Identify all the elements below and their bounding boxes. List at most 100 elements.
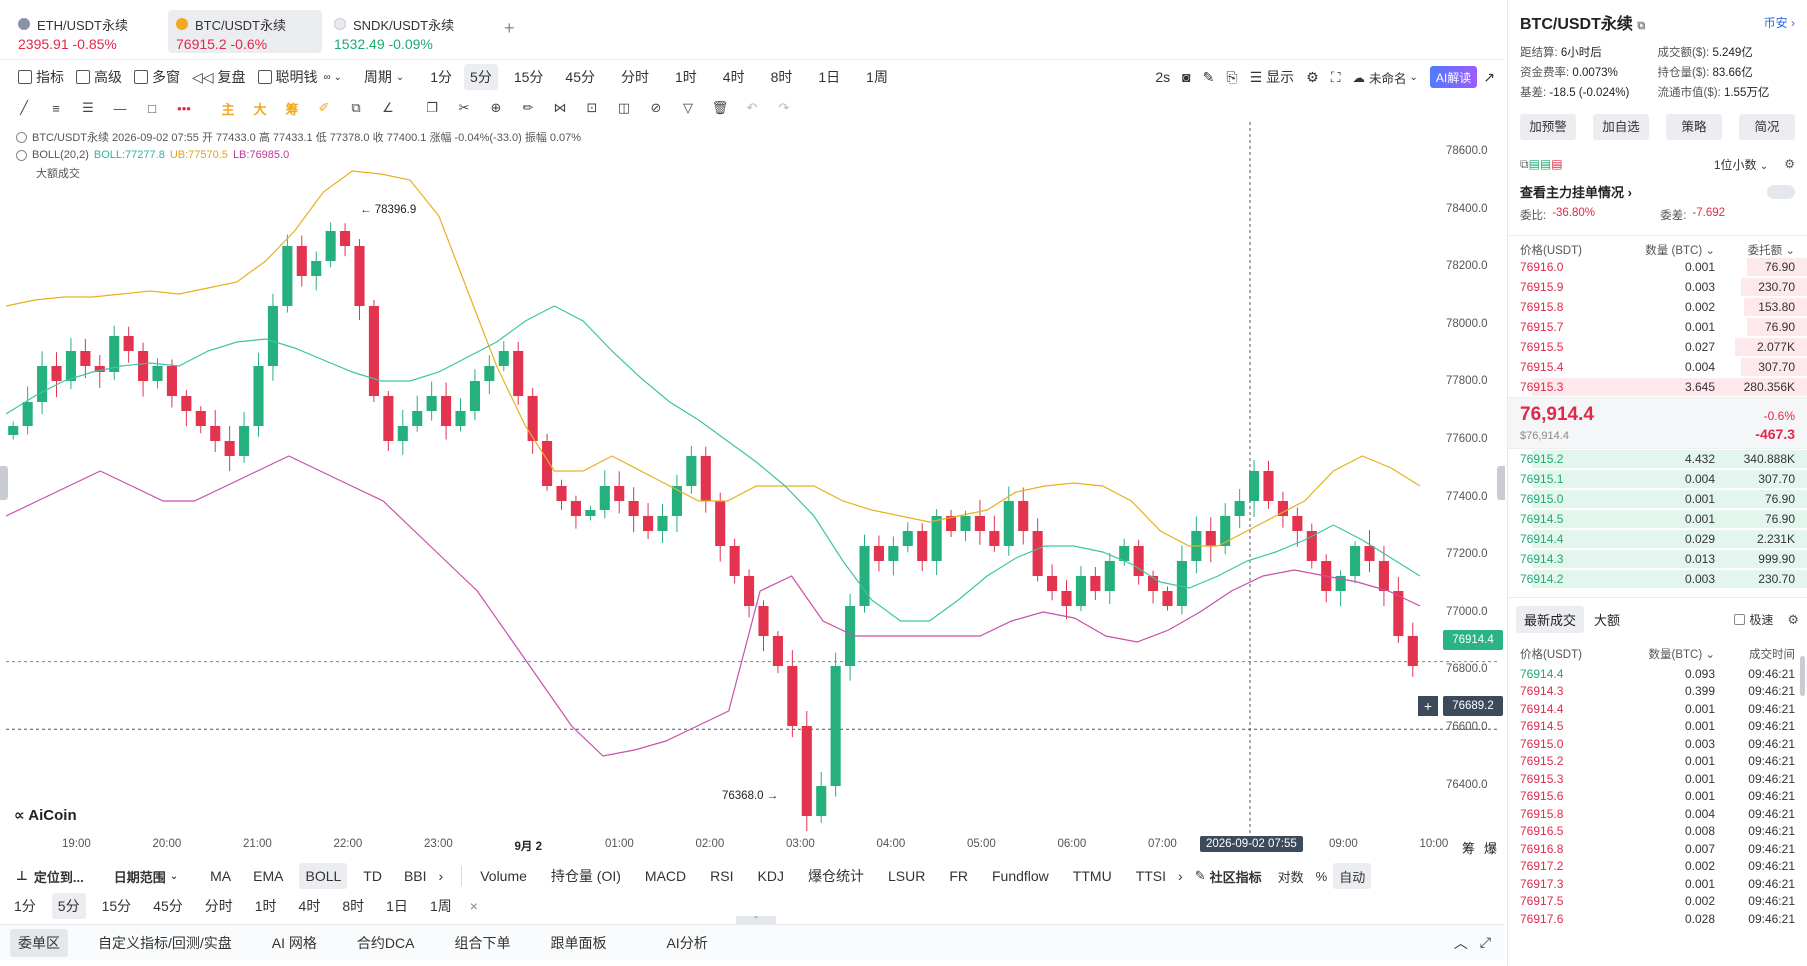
main-ind-boll[interactable]: BOLL bbox=[299, 863, 348, 889]
chevron-right-icon[interactable]: › bbox=[433, 863, 450, 889]
bperiod-5m[interactable]: 5分 bbox=[51, 893, 86, 919]
period-timeline[interactable]: 分时 bbox=[615, 64, 655, 90]
popout-icon[interactable]: ⧉ bbox=[1520, 157, 1529, 172]
tab-custom-indicators[interactable]: 自定义指标/回测/实盘 bbox=[68, 929, 252, 957]
display-button[interactable]: ☰ 显示 bbox=[1244, 64, 1301, 90]
liquidation-tag[interactable]: 爆 bbox=[1484, 838, 1497, 857]
trade-header-qty[interactable]: 数量(BTC) ⌄ bbox=[1625, 646, 1715, 662]
book-header-total[interactable]: 委托额 ⌄ bbox=[1715, 242, 1795, 258]
sub-ind-liquidation[interactable]: 爆仓统计 bbox=[802, 863, 870, 889]
locate-button[interactable]: ⊥ 定位到... bbox=[10, 863, 90, 889]
ai-button[interactable]: AI解读 bbox=[1429, 66, 1478, 88]
collapse-icon[interactable] bbox=[16, 131, 27, 143]
copy-icon[interactable]: ⧉ bbox=[1637, 20, 1645, 32]
bid-row[interactable]: 76914.3 0.013 999.90 bbox=[1508, 549, 1807, 569]
sub-ind-fundflow[interactable]: Fundflow bbox=[986, 863, 1055, 889]
period-dropdown[interactable]: 周期 ⌄ bbox=[358, 64, 410, 90]
percent-scale-toggle[interactable]: % bbox=[1310, 863, 1334, 889]
book-header-qty[interactable]: 数量 (BTC) ⌄ bbox=[1625, 242, 1715, 258]
period-8h[interactable]: 8时 bbox=[765, 64, 799, 90]
bid-row[interactable]: 76915.2 4.432 340.888K bbox=[1508, 449, 1807, 469]
tab-dca[interactable]: 合约DCA bbox=[337, 929, 435, 957]
overview-button[interactable]: 简况 bbox=[1739, 114, 1795, 140]
strategy-button[interactable]: 策略 bbox=[1666, 114, 1722, 140]
chip-tag[interactable]: 筹 bbox=[1462, 838, 1475, 857]
period-1h[interactable]: 1时 bbox=[669, 64, 703, 90]
ray-tool-icon[interactable]: — bbox=[104, 97, 136, 119]
speed-checkbox[interactable]: 极速 bbox=[1734, 611, 1773, 628]
marker-icon[interactable]: ✏ bbox=[512, 97, 544, 119]
bperiod-timeline[interactable]: 分时 bbox=[199, 893, 239, 919]
ruler-icon[interactable]: ✂ bbox=[448, 97, 480, 119]
ask-row[interactable]: 76915.8 0.002 153.80 bbox=[1508, 297, 1807, 317]
collapse-icon[interactable] bbox=[16, 149, 27, 161]
bperiod-1m[interactable]: 1分 bbox=[8, 893, 42, 919]
bperiod-4h[interactable]: 4时 bbox=[293, 893, 327, 919]
lock-icon[interactable]: ⊡ bbox=[576, 97, 608, 119]
fullscreen-icon[interactable]: ⛶ bbox=[1325, 64, 1347, 90]
zoom-icon[interactable]: ⊕ bbox=[480, 97, 512, 119]
chip-tool[interactable]: 筹 bbox=[276, 97, 308, 119]
date-range-dropdown[interactable]: 日期范围 ⌄ bbox=[108, 863, 184, 889]
redo-icon[interactable]: ↷ bbox=[768, 97, 800, 119]
tab-sndk[interactable]: SNDK/USDT永续 1532.49 -0.09% bbox=[326, 10, 480, 53]
sub-ind-lsur[interactable]: LSUR bbox=[882, 863, 931, 889]
magnet-tool-icon[interactable]: ∠ bbox=[372, 97, 404, 119]
bperiod-1h[interactable]: 1时 bbox=[249, 893, 283, 919]
copy-tool-icon[interactable]: ⧉ bbox=[340, 97, 372, 119]
auto-scale-toggle[interactable]: 自动 bbox=[1333, 863, 1372, 889]
clipboard-icon[interactable]: ❐ bbox=[416, 97, 448, 119]
book-both-icon[interactable]: ▤ bbox=[1529, 157, 1540, 171]
main-ind-ema[interactable]: EMA bbox=[247, 863, 289, 889]
share-icon[interactable]: ↗ bbox=[1477, 64, 1501, 90]
candlestick-chart[interactable] bbox=[0, 122, 1505, 854]
sub-ind-oi[interactable]: 持仓量 (OI) bbox=[545, 863, 627, 889]
book-asks-icon[interactable]: ▤ bbox=[1551, 157, 1562, 171]
community-indicators[interactable]: ✎ 社区指标 bbox=[1189, 863, 1268, 889]
sub-ind-kdj[interactable]: KDJ bbox=[752, 863, 790, 889]
channel-tool-icon[interactable]: ☰ bbox=[72, 97, 104, 119]
tab-ai-grid[interactable]: AI 网格 bbox=[252, 929, 337, 957]
tab-latest-trades[interactable]: 最新成交 bbox=[1516, 606, 1585, 633]
tab-copy-trading[interactable]: 跟单面板 bbox=[530, 929, 626, 957]
chevron-right-icon[interactable]: › bbox=[1172, 863, 1189, 889]
brush-tool-icon[interactable]: ✐ bbox=[308, 97, 340, 119]
add-alert-button[interactable]: 加预警 bbox=[1520, 114, 1576, 140]
rect-tool-icon[interactable]: □ bbox=[136, 97, 168, 119]
main-ind-ma[interactable]: MA bbox=[204, 863, 237, 889]
ask-row[interactable]: 76915.9 0.003 230.70 bbox=[1508, 277, 1807, 297]
bperiod-8h[interactable]: 8时 bbox=[336, 893, 370, 919]
log-scale-toggle[interactable]: 对数 bbox=[1272, 863, 1310, 889]
undo-icon[interactable]: ↶ bbox=[736, 97, 768, 119]
bid-row[interactable]: 76914.2 0.003 230.70 bbox=[1508, 569, 1807, 589]
link-icon[interactable]: ⊘ bbox=[640, 97, 672, 119]
main-tool[interactable]: 主 bbox=[212, 97, 244, 119]
dots-tool-icon[interactable]: ••• bbox=[168, 97, 200, 119]
camera-icon[interactable]: ◙ bbox=[1176, 64, 1196, 90]
bid-row[interactable]: 76914.5 0.001 76.90 bbox=[1508, 509, 1807, 529]
tab-combo-order[interactable]: 组合下单 bbox=[434, 929, 530, 957]
multiwindow-button[interactable]: 多窗 bbox=[128, 64, 186, 90]
pen-icon[interactable]: ✎ bbox=[1197, 64, 1221, 90]
sub-ind-macd[interactable]: MACD bbox=[639, 863, 692, 889]
line-tool-icon[interactable]: ╱ bbox=[8, 97, 40, 119]
sub-ind-volume[interactable]: Volume bbox=[474, 863, 533, 889]
tab-btc[interactable]: BTC/USDT永续 76915.2 -0.6% bbox=[168, 10, 322, 53]
ask-row[interactable]: 76916.0 0.001 76.90 bbox=[1508, 257, 1807, 277]
big-tool[interactable]: 大 bbox=[244, 97, 276, 119]
sub-ind-fr[interactable]: FR bbox=[943, 863, 974, 889]
tab-ai-analysis[interactable]: AI分析 bbox=[626, 929, 727, 957]
hide-icon[interactable]: ◫ bbox=[608, 97, 640, 119]
main-ind-bbi[interactable]: BBI bbox=[398, 863, 433, 889]
add-tab-icon[interactable]: + bbox=[504, 18, 515, 39]
book-bids-icon[interactable]: ▤ bbox=[1540, 157, 1551, 171]
panel-drag-handle[interactable]: ⌃ bbox=[736, 916, 776, 924]
ask-row[interactable]: 76915.3 3.645 280.356K bbox=[1508, 377, 1807, 397]
main-ind-td[interactable]: TD bbox=[357, 863, 388, 889]
period-4h[interactable]: 4时 bbox=[717, 64, 751, 90]
bid-row[interactable]: 76915.0 0.001 76.90 bbox=[1508, 489, 1807, 509]
tab-eth[interactable]: ETH/USDT永续 2395.91 -0.85% bbox=[10, 10, 164, 53]
trades-settings-icon[interactable]: ⚙ bbox=[1787, 612, 1799, 628]
tab-orders[interactable]: 委单区 bbox=[10, 928, 68, 957]
crosshair-add-icon[interactable]: + bbox=[1418, 696, 1438, 716]
